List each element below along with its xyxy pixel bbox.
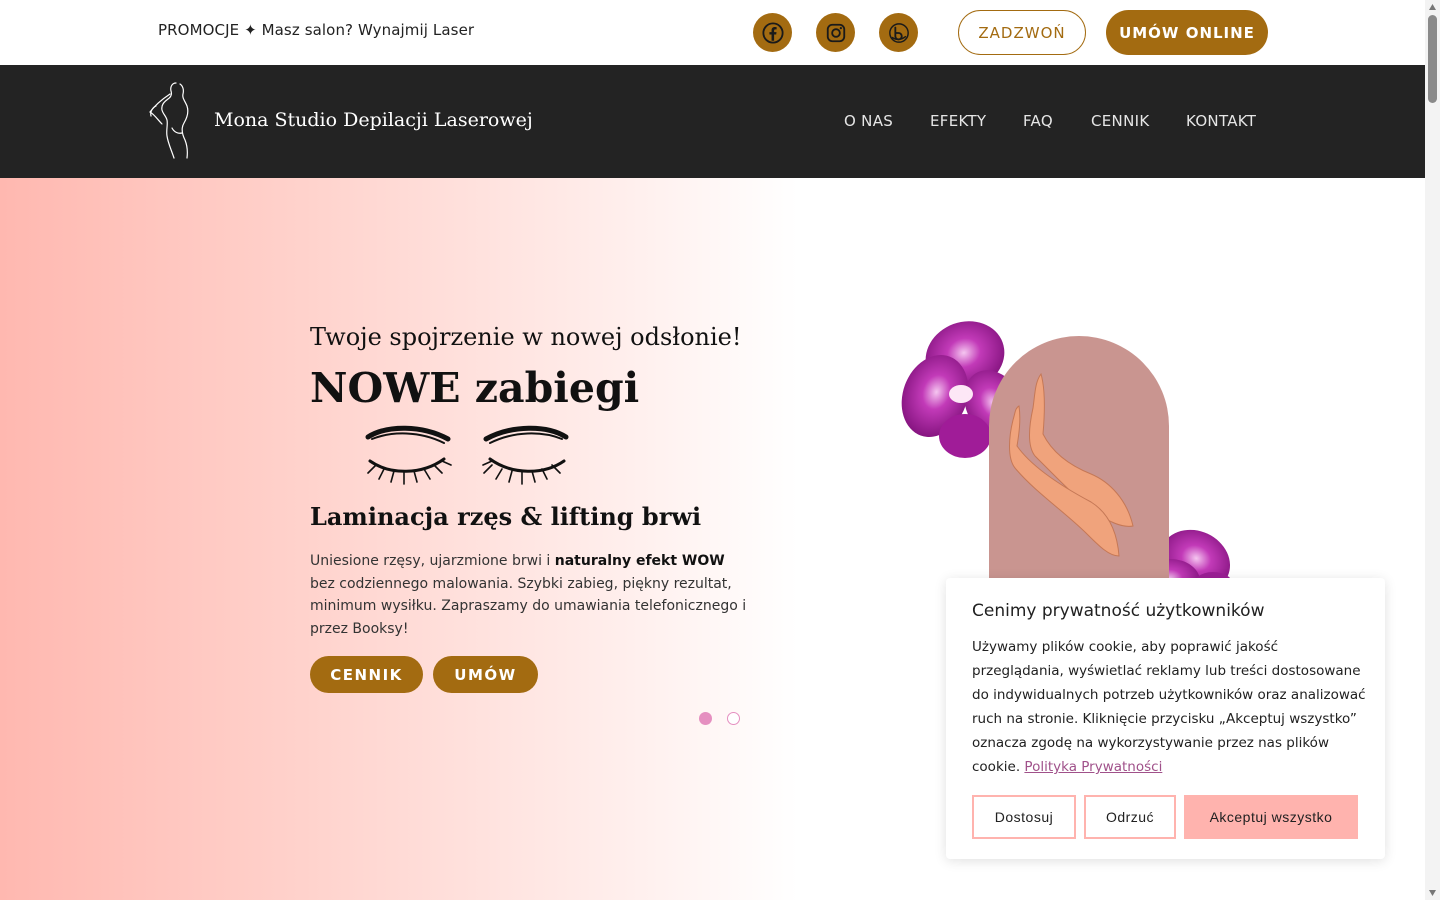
cookie-accept-all-button[interactable]: Akceptuj wszystko: [1184, 795, 1358, 839]
booksy-icon[interactable]: [879, 13, 918, 52]
hero-subtitle: Twoje spojrzenie w nowej odsłonie!: [310, 323, 742, 351]
nav-item-efekty[interactable]: EFEKTY: [930, 112, 986, 130]
nav-item-kontakt[interactable]: KONTAKT: [1186, 112, 1256, 130]
hero-text-bold: naturalny efekt WOW: [554, 553, 725, 569]
cookie-body: Używamy plików cookie, aby poprawić jako…: [972, 639, 1366, 775]
eyelashes-icon: [365, 425, 569, 485]
hero-title: NOWE zabiegi: [310, 364, 640, 412]
book-button[interactable]: UMÓW: [433, 656, 538, 693]
logo-figure-icon[interactable]: [146, 80, 200, 162]
instagram-icon[interactable]: [816, 13, 855, 52]
nav-item-o-nas[interactable]: O NAS: [844, 112, 893, 130]
scroll-up-icon[interactable]: [1428, 3, 1437, 11]
slider-dot-1[interactable]: [699, 712, 712, 725]
cookie-reject-button[interactable]: Odrzuć: [1084, 795, 1176, 839]
privacy-policy-link[interactable]: Polityka Prywatności: [1024, 759, 1162, 775]
brand-name[interactable]: Mona Studio Depilacji Laserowej: [214, 109, 533, 131]
hero-text-end: bez codziennego malowania. Szybki zabieg…: [310, 575, 747, 637]
cookie-customize-button[interactable]: Dostosuj: [972, 795, 1076, 839]
hero-heading: Laminacja rzęs & lifting brwi: [310, 502, 702, 531]
cookie-consent-banner: Cenimy prywatność użytkowników Używamy p…: [946, 578, 1385, 859]
orchid-legs-image: [901, 321, 1235, 596]
scrollbar[interactable]: [1425, 0, 1440, 900]
price-list-button[interactable]: CENNIK: [310, 656, 423, 693]
scroll-thumb[interactable]: [1428, 15, 1437, 103]
hero-text-start: Uniesione rzęsy, ujarzmione brwi i: [310, 553, 555, 569]
nav-item-cennik[interactable]: CENNIK: [1091, 112, 1149, 130]
nav-item-faq[interactable]: FAQ: [1023, 112, 1053, 130]
main-navbar: Mona Studio Depilacji Laserowej O NAS EF…: [0, 65, 1425, 178]
call-button[interactable]: ZADZWOŃ: [958, 10, 1086, 55]
promo-link[interactable]: PROMOCJE ✦ Masz salon? Wynajmij Laser: [158, 21, 474, 39]
book-online-button[interactable]: UMÓW ONLINE: [1106, 10, 1268, 55]
cookie-title: Cenimy prywatność użytkowników: [972, 601, 1265, 621]
top-bar: PROMOCJE ✦ Masz salon? Wynajmij Laser ZA…: [0, 0, 1425, 65]
cookie-text: Używamy plików cookie, aby poprawić jako…: [972, 635, 1367, 779]
scroll-down-icon[interactable]: [1428, 889, 1437, 897]
slider-dot-2[interactable]: [727, 712, 740, 725]
facebook-icon[interactable]: [753, 13, 792, 52]
hero-description: Uniesione rzęsy, ujarzmione brwi i natur…: [310, 550, 750, 640]
